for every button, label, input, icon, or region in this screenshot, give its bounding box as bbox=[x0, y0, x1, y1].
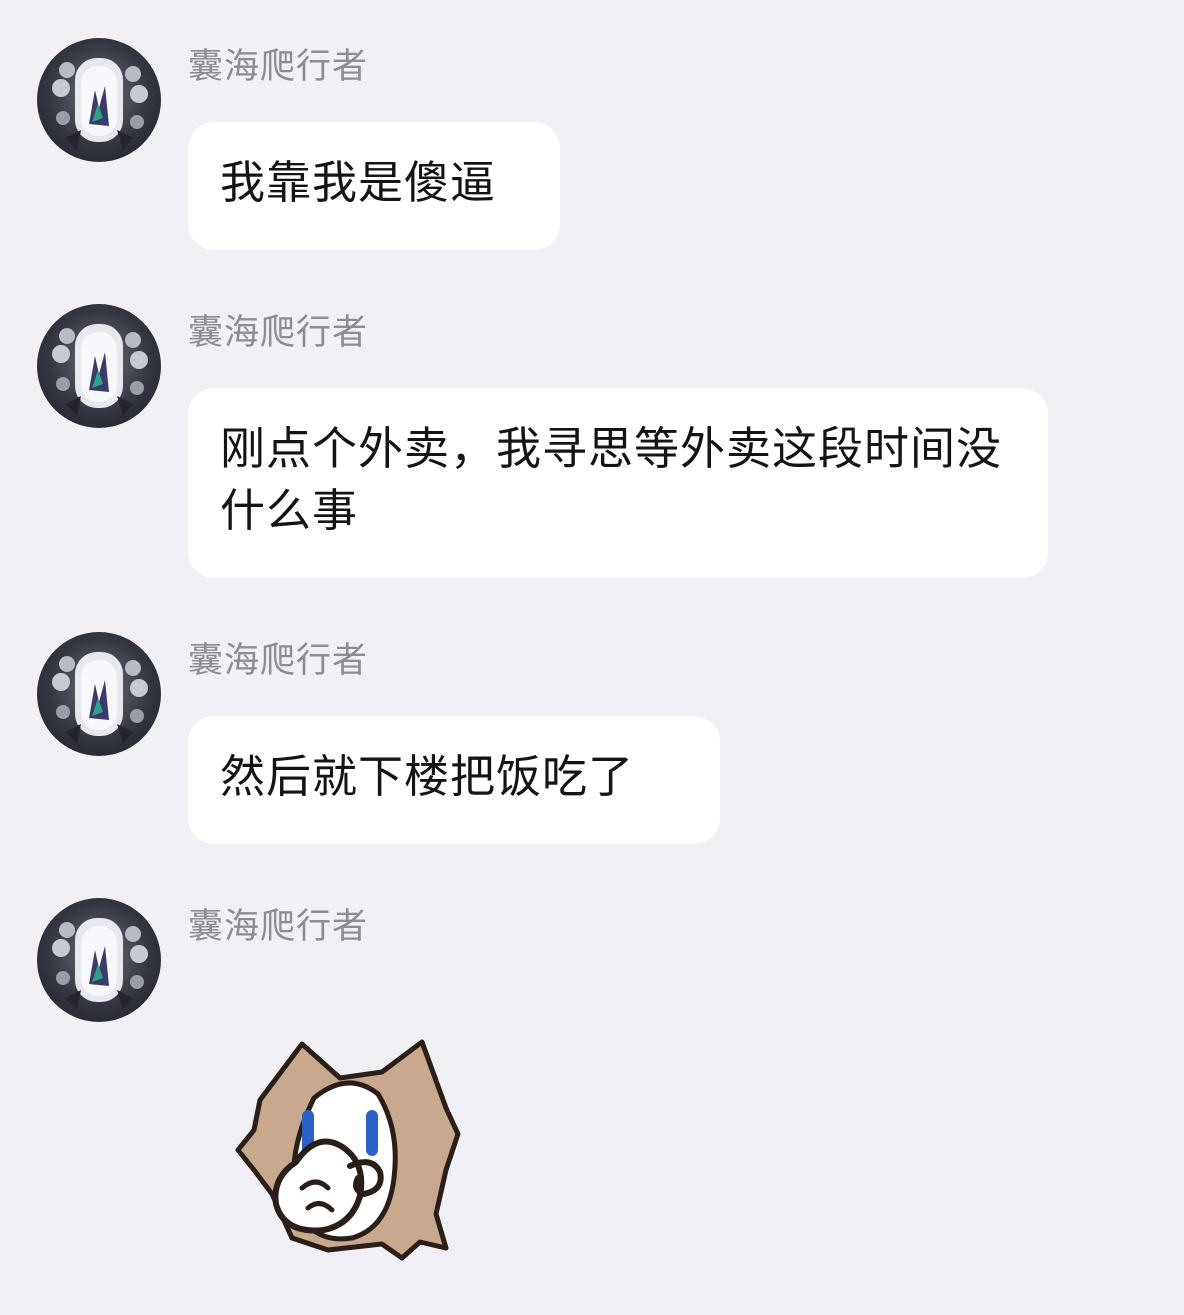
message-text: 刚点个外卖，我寻思等外卖这段时间没什么事 bbox=[220, 422, 1003, 537]
avatar[interactable] bbox=[37, 304, 161, 428]
sender-name: 囊海爬行者 bbox=[188, 313, 369, 353]
chat-history: 囊海爬行者 我靠我是傻逼 囊海爬行者 刚点个外卖，我寻思等外卖这段时间没什么事 … bbox=[0, 0, 1184, 1315]
message-bubble[interactable]: 我靠我是傻逼 bbox=[188, 122, 560, 250]
creature-avatar-icon bbox=[52, 58, 148, 150]
sender-name: 囊海爬行者 bbox=[188, 47, 369, 87]
message-bubble[interactable]: 然后就下楼把饭吃了 bbox=[188, 716, 720, 844]
cat-facepalm-icon bbox=[235, 1039, 461, 1261]
message-text: 然后就下楼把饭吃了 bbox=[220, 750, 635, 803]
message-bubble[interactable]: 刚点个外卖，我寻思等外卖这段时间没什么事 bbox=[188, 388, 1048, 578]
avatar[interactable] bbox=[37, 38, 161, 162]
avatar[interactable] bbox=[37, 898, 161, 1022]
creature-avatar-icon bbox=[52, 918, 148, 1010]
sender-name: 囊海爬行者 bbox=[188, 641, 369, 681]
sender-name: 囊海爬行者 bbox=[188, 907, 369, 947]
sticker-message[interactable] bbox=[232, 1038, 464, 1270]
avatar[interactable] bbox=[37, 632, 161, 756]
creature-avatar-icon bbox=[52, 652, 148, 744]
message-text: 我靠我是傻逼 bbox=[220, 156, 497, 209]
creature-avatar-icon bbox=[52, 324, 148, 416]
